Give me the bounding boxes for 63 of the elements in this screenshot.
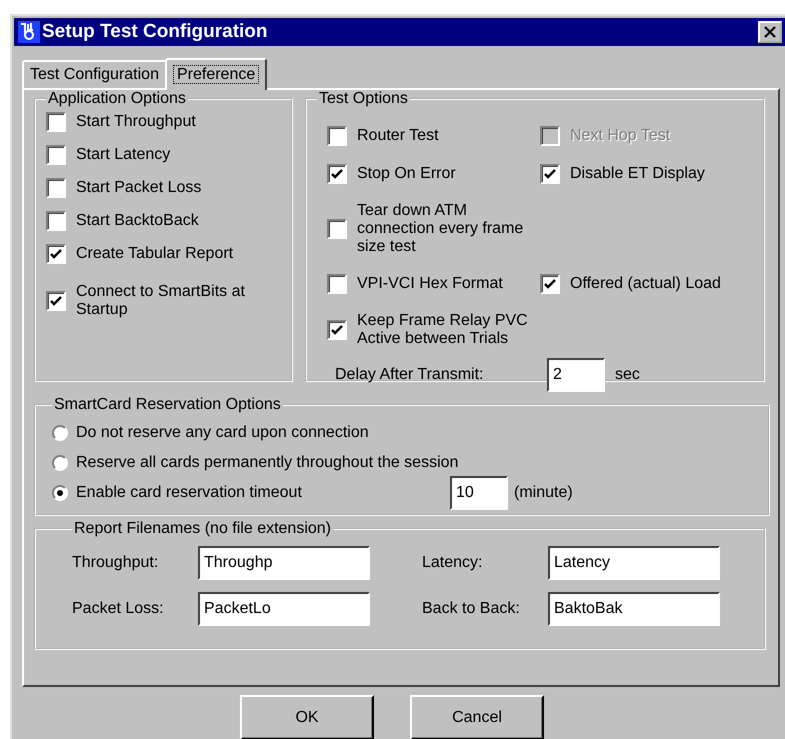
tab[interactable]: Test Configuration [22,60,167,88]
checkbox[interactable] [327,126,347,146]
radio-option[interactable]: Do not reserve any card upon connection [52,424,369,442]
group-title: Test Options [318,90,409,108]
input-field[interactable]: 10 [450,476,508,510]
field-label: Throughput: [72,554,160,572]
check-icon [331,168,343,180]
checkbox-option[interactable]: Router Test [327,126,540,146]
checkbox-option[interactable]: Disable ET Display [540,164,705,184]
checkbox[interactable] [327,219,347,239]
input-field[interactable]: PacketLo [198,592,370,626]
check-icon [50,296,62,306]
checkbox[interactable] [46,244,66,264]
checkbox[interactable] [46,211,66,231]
radio-button[interactable] [52,425,68,441]
dialog-button[interactable]: Cancel [410,695,544,739]
checkbox-option[interactable]: Start Packet Loss [46,178,281,198]
checkbox[interactable] [540,274,560,294]
check-icon [331,324,343,336]
unit-label: sec [615,366,640,384]
radio-button[interactable] [52,485,68,501]
group-title: SmartCard Reservation Options [53,396,282,414]
checkbox[interactable] [540,164,560,184]
checkbox-option[interactable]: Start BacktoBack [46,211,281,231]
checkbox[interactable] [46,112,66,132]
input-field[interactable]: BaktoBak [548,592,720,626]
check-icon [544,168,556,180]
checkbox-option[interactable]: Create Tabular Report [46,244,281,264]
window-title: Setup Test Configuration [42,21,269,43]
checkbox[interactable] [46,145,66,165]
check-icon [50,248,62,260]
tab[interactable]: Preference [164,58,268,90]
checkbox[interactable] [327,164,347,184]
dialog-button[interactable]: OK [240,695,374,739]
checkbox-option[interactable]: VPI-VCI Hex Format [327,274,540,294]
group-title: Report Filenames (no file extension) [73,520,332,538]
checkbox-option[interactable]: Stop On Error [327,164,540,184]
checkbox-option[interactable]: Connect to SmartBits at Startup [46,283,281,319]
app-icon [18,21,40,43]
checkbox[interactable] [327,274,347,294]
radio-option[interactable]: Enable card reservation timeout [52,484,378,502]
input-field[interactable]: Latency [548,546,720,580]
checkbox-option[interactable]: Keep Frame Relay PVC Active between Trials [327,312,540,348]
unit-label: (minute) [514,484,573,502]
input-field[interactable]: 2 [547,358,605,392]
input-field[interactable]: Throughp [198,546,370,580]
checkbox-option[interactable]: Tear down ATM connection every frame size test [327,202,540,256]
checkbox-option[interactable]: Offered (actual) Load [540,274,721,294]
checkbox[interactable] [46,291,66,311]
group-title: Application Options [47,90,187,108]
close-icon [764,26,776,38]
field-label: Latency: [422,554,484,572]
checkbox-option[interactable]: Start Latency [46,145,281,165]
field-label: Packet Loss: [72,600,165,618]
check-icon [544,278,556,290]
field-label: Back to Back: [422,600,521,618]
checkbox[interactable] [46,178,66,198]
field-label: Delay After Transmit: [335,366,484,384]
radio-option[interactable]: Reserve all cards permanently throughout the session [52,454,458,472]
checkbox[interactable] [327,320,347,340]
checkbox-option[interactable]: Start Throughput [46,112,281,132]
close-button[interactable] [758,21,782,43]
radio-button[interactable] [52,455,68,471]
